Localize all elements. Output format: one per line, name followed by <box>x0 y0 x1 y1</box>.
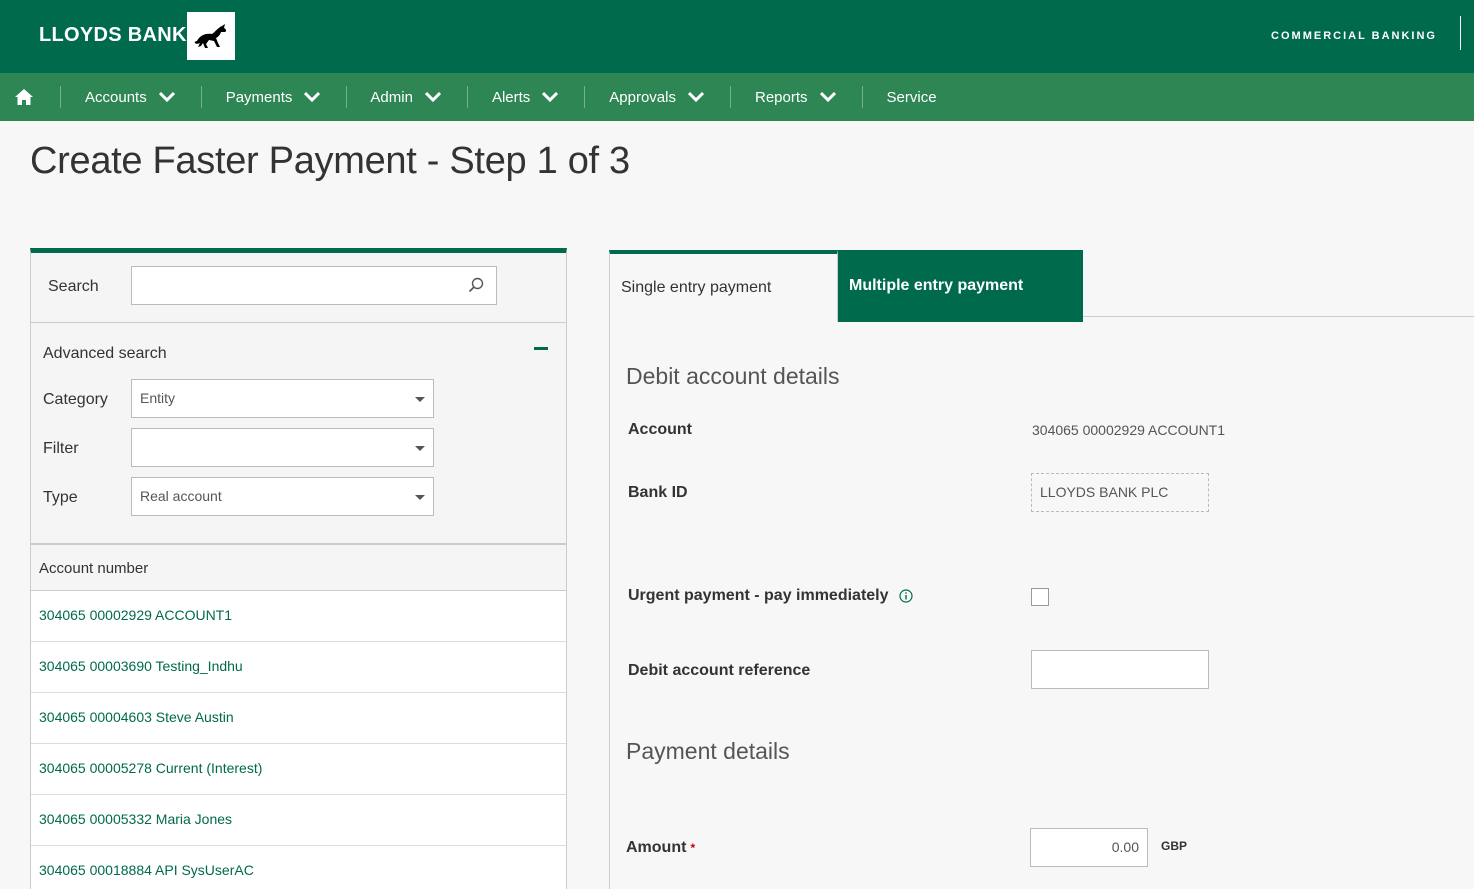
search-row: Search <box>31 253 566 323</box>
amount-input[interactable]: 0.00 <box>1030 828 1148 867</box>
account-search-panel: Search Advanced search Category Entity F… <box>30 248 567 889</box>
filter-select[interactable] <box>131 428 434 467</box>
home-icon[interactable] <box>0 73 48 121</box>
nav-separator <box>729 86 731 108</box>
collapse-icon[interactable] <box>534 347 548 350</box>
account-link[interactable]: 304065 00002929 ACCOUNT1 <box>39 607 232 623</box>
tab-multiple-entry[interactable]: Multiple entry payment <box>838 250 1083 322</box>
account-list: 304065 00002929 ACCOUNT1 304065 00003690… <box>31 591 566 889</box>
account-list-header[interactable]: Account number <box>31 543 566 591</box>
currency-label: GBP <box>1161 839 1188 853</box>
nav-approvals-label: Approvals <box>609 88 676 106</box>
debit-reference-label: Debit account reference <box>628 662 811 679</box>
urgent-payment-label: Urgent payment - pay immediately <box>628 587 913 605</box>
bank-id-field: LLOYDS BANK PLC <box>1031 473 1209 512</box>
dropdown-caret-icon <box>415 495 425 500</box>
list-item[interactable]: 304065 00005332 Maria Jones <box>31 795 566 846</box>
list-item[interactable]: 304065 00003690 Testing_Indhu <box>31 642 566 693</box>
list-item[interactable]: 304065 00018884 API SysUserAC <box>31 846 566 889</box>
category-select[interactable]: Entity <box>131 379 434 418</box>
required-marker: * <box>690 841 696 855</box>
type-select[interactable]: Real account <box>131 477 434 516</box>
nav-admin-label: Admin <box>370 88 413 106</box>
nav-alerts-label: Alerts <box>491 88 531 106</box>
urgent-payment-text: Urgent payment - pay immediately <box>628 587 889 604</box>
tab-single-entry-label: Single entry payment <box>621 279 772 296</box>
info-icon[interactable] <box>899 589 913 603</box>
nav-separator <box>346 86 348 108</box>
nav-accounts[interactable]: Accounts <box>85 73 175 121</box>
dropdown-caret-icon <box>415 446 425 451</box>
account-number-column-header: Account number <box>39 560 149 577</box>
tab-single-entry[interactable]: Single entry payment <box>609 250 838 322</box>
nav-service-label: Service <box>886 88 937 106</box>
payment-section-title: Payment details <box>626 738 790 764</box>
search-label: Search <box>48 278 99 295</box>
debit-section-title: Debit account details <box>626 363 840 389</box>
nav-alerts[interactable]: Alerts <box>491 73 559 121</box>
nav-accounts-label: Accounts <box>85 88 147 106</box>
payment-type-tabs: Single entry payment Multiple entry paym… <box>609 250 1474 322</box>
nav-separator <box>466 86 468 108</box>
search-icon[interactable] <box>468 277 484 293</box>
amount-label-text: Amount <box>626 839 687 856</box>
account-value: 304065 00002929 ACCOUNT1 <box>1032 422 1226 438</box>
filter-label: Filter <box>43 440 79 457</box>
nav-payments-label: Payments <box>225 88 293 106</box>
account-label: Account <box>628 421 692 438</box>
category-label: Category <box>43 391 108 408</box>
nav-reports-label: Reports <box>754 88 808 106</box>
nav-separator <box>200 86 202 108</box>
account-link[interactable]: 304065 00005278 Current (Interest) <box>39 760 262 776</box>
nav-separator <box>861 86 863 108</box>
urgent-payment-checkbox[interactable] <box>1031 588 1049 606</box>
nav-approvals[interactable]: Approvals <box>609 73 704 121</box>
search-input[interactable] <box>131 266 497 305</box>
amount-value: 0.00 <box>1111 839 1139 855</box>
bank-id-label: Bank ID <box>628 484 688 501</box>
account-link[interactable]: 304065 00018884 API SysUserAC <box>39 862 254 878</box>
dropdown-caret-icon <box>415 397 425 402</box>
list-item[interactable]: 304065 00005278 Current (Interest) <box>31 744 566 795</box>
page-title: Create Faster Payment - Step 1 of 3 <box>30 140 630 182</box>
nav-reports[interactable]: Reports <box>755 73 836 121</box>
bank-id-value: LLOYDS BANK PLC <box>1040 484 1169 500</box>
brand-name[interactable]: LLOYDS BANK <box>39 24 187 47</box>
top-header: LLOYDS BANK COMMERCIAL BANKING <box>0 0 1474 73</box>
account-link[interactable]: 304065 00003690 Testing_Indhu <box>39 658 243 674</box>
nav-separator <box>584 86 586 108</box>
type-select-value: Real account <box>140 488 222 504</box>
commercial-banking-label: COMMERCIAL BANKING <box>1271 30 1437 42</box>
chevron-down-icon <box>158 92 175 102</box>
type-label: Type <box>43 489 78 506</box>
account-link[interactable]: 304065 00004603 Steve Austin <box>39 709 234 725</box>
advanced-search-title: Advanced search <box>43 345 167 362</box>
chevron-down-icon <box>304 92 321 102</box>
nav-payments[interactable]: Payments <box>226 73 321 121</box>
tab-multiple-entry-label: Multiple entry payment <box>849 277 1024 294</box>
payment-form: Debit account details Account 304065 000… <box>609 321 1474 889</box>
nav-separator <box>60 86 61 108</box>
nav-admin[interactable]: Admin <box>370 73 441 121</box>
amount-label: Amount * <box>626 839 695 857</box>
list-item[interactable]: 304065 00004603 Steve Austin <box>31 693 566 744</box>
horse-logo-icon[interactable] <box>187 12 235 60</box>
chevron-down-icon <box>819 92 836 102</box>
header-divider <box>1460 16 1461 50</box>
nav-service[interactable]: Service <box>887 73 937 121</box>
chevron-down-icon <box>687 92 704 102</box>
list-item[interactable]: 304065 00002929 ACCOUNT1 <box>31 591 566 642</box>
main-nav: Accounts Payments Admin Alerts Approvals… <box>0 73 1474 121</box>
account-link[interactable]: 304065 00005332 Maria Jones <box>39 811 232 827</box>
chevron-down-icon <box>424 92 441 102</box>
chevron-down-icon <box>542 92 559 102</box>
debit-reference-input[interactable] <box>1031 650 1209 689</box>
category-select-value: Entity <box>140 390 176 406</box>
